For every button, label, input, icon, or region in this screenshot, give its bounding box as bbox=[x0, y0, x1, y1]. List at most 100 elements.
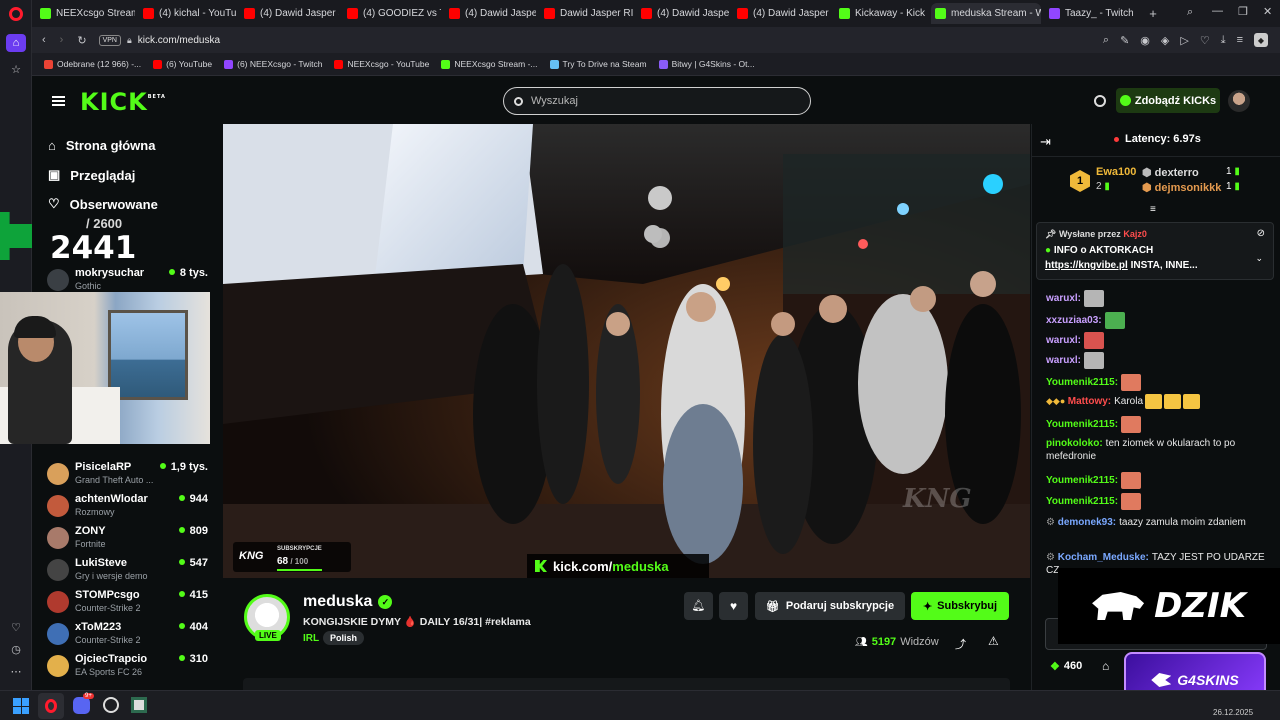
profile-icon[interactable]: ◆ bbox=[1254, 33, 1268, 47]
browser-tab[interactable]: Taazy_ - Twitch bbox=[1045, 3, 1133, 24]
followed-channel[interactable]: xToM223 Counter-Strike 2 404 bbox=[47, 619, 212, 651]
search-bar[interactable]: Wyszukaj bbox=[503, 87, 811, 115]
follow-button[interactable]: ♥ bbox=[719, 592, 748, 620]
gift-sub-button[interactable]: 🎁︎ Podaruj subskrypcje bbox=[755, 592, 905, 620]
pinned-link[interactable]: https://kngvibe.pl bbox=[1045, 260, 1128, 271]
chat-username[interactable]: Mattowy: bbox=[1068, 396, 1111, 407]
chat-username[interactable]: pinokoloko: bbox=[1046, 438, 1103, 449]
chat-username[interactable]: waruxl: bbox=[1046, 355, 1081, 366]
followed-channel[interactable]: ZONY Fortnite 809 bbox=[47, 523, 212, 555]
minimize-button[interactable]: — bbox=[1212, 5, 1223, 17]
chat-username[interactable]: Youmenik2115: bbox=[1046, 496, 1118, 507]
bookmark-item[interactable]: Try To Drive na Steam bbox=[549, 59, 647, 69]
followed-channel[interactable]: achtenWlodar Rozmowy 944 bbox=[47, 491, 212, 523]
reload-icon[interactable]: ↻ bbox=[77, 34, 86, 47]
gifter-name[interactable]: Ewa100 bbox=[1096, 166, 1136, 178]
zoom-icon[interactable]: ⌕ bbox=[1103, 33, 1109, 47]
get-kicks-button[interactable]: Zdobądź KICKs bbox=[1116, 88, 1220, 113]
activity-icon[interactable] bbox=[1094, 95, 1106, 107]
forward-icon[interactable]: › bbox=[60, 34, 64, 46]
history-icon[interactable]: ◷ bbox=[9, 642, 23, 656]
bookmark-item[interactable]: NEEXcsgo - YouTube bbox=[334, 59, 429, 69]
followed-channel[interactable]: OjciecTrapcio EA Sports FC 26 310 bbox=[47, 651, 212, 683]
steam-taskbar-icon[interactable] bbox=[103, 697, 119, 713]
stream-category[interactable]: IRL bbox=[303, 633, 319, 644]
bookmark-item[interactable]: (6) YouTube bbox=[153, 59, 212, 69]
video-player[interactable]: KNG KNG SUBSKRYPCJE 68 / 100 kick.com/me… bbox=[223, 124, 1030, 578]
expand-gifters-icon[interactable]: ≡ bbox=[1150, 204, 1156, 215]
heart-outline-icon[interactable]: ♡ bbox=[1200, 33, 1210, 47]
new-tab-button[interactable]: + bbox=[1146, 6, 1160, 21]
browser-tab[interactable]: Kickaway - Kick Giveaw bbox=[835, 3, 927, 24]
maximize-button[interactable]: ❐ bbox=[1238, 5, 1248, 18]
vpn-badge[interactable]: VPN bbox=[98, 34, 121, 46]
pinned-by-user[interactable]: Kajz0 bbox=[1123, 229, 1147, 239]
star-icon[interactable]: ☆ bbox=[9, 62, 23, 76]
bookmark-item[interactable]: (6) NEEXcsgo - Twitch bbox=[224, 59, 322, 69]
chat-username[interactable]: xxzuziaa03: bbox=[1046, 315, 1102, 326]
search-input[interactable]: Wyszukaj bbox=[531, 95, 578, 107]
play-icon[interactable]: ▷ bbox=[1180, 33, 1188, 47]
home-icon[interactable]: ⌂ bbox=[6, 34, 26, 52]
notify-button[interactable]: 🔔︎ bbox=[684, 592, 713, 620]
browser-tab[interactable]: (4) Dawid Jasper OMG bbox=[733, 3, 831, 24]
browser-tab[interactable]: NEEXcsgo Stream - W bbox=[36, 3, 135, 24]
browser-tab[interactable]: (4) Dawid Jasper SNA bbox=[240, 3, 339, 24]
hamburger-menu-icon[interactable] bbox=[52, 96, 65, 106]
bookmark-item[interactable]: Bitwy | G4Skins - Ot... bbox=[658, 59, 755, 69]
gifter-name[interactable]: ⬢ dexterro bbox=[1142, 166, 1199, 179]
opera-taskbar-icon[interactable] bbox=[38, 693, 64, 719]
chat-username[interactable]: waruxl: bbox=[1046, 335, 1081, 346]
store-icon[interactable]: ⌂ bbox=[1102, 659, 1109, 673]
chat-username[interactable]: Kocham_Meduske: bbox=[1058, 552, 1149, 563]
gifter-name[interactable]: ⬢ dejmsonikkk bbox=[1142, 181, 1221, 194]
chat-emote-icon bbox=[1084, 332, 1105, 349]
search-tabs-icon[interactable]: ⌕ bbox=[1187, 6, 1193, 19]
nav-item-following[interactable]: ♡ Obserwowane bbox=[48, 196, 158, 212]
nav-item-browse[interactable]: ▣ Przeglądaj bbox=[48, 167, 135, 183]
chat-username[interactable]: Youmenik2115: bbox=[1046, 475, 1118, 486]
collapse-chat-icon[interactable]: ⇥ bbox=[1040, 134, 1051, 150]
followed-channel[interactable]: STOMPcsgo Counter-Strike 2 415 bbox=[47, 587, 212, 619]
streamer-name[interactable]: meduska ✓ bbox=[303, 593, 393, 611]
browser-tab[interactable]: meduska Stream - W bbox=[931, 3, 1041, 24]
url-field[interactable]: kick.com/meduska bbox=[138, 35, 220, 46]
shield-icon[interactable]: ◈ bbox=[1161, 33, 1169, 47]
user-avatar[interactable] bbox=[1228, 90, 1250, 112]
hide-pin-icon[interactable]: ⊘ bbox=[1257, 228, 1265, 239]
close-button[interactable]: ✕ bbox=[1263, 5, 1272, 18]
camera-icon[interactable]: ◉ bbox=[1140, 33, 1150, 47]
followed-channel[interactable]: LukiSteve Gry i wersje demo 547 bbox=[47, 555, 212, 587]
more-icon[interactable]: ⋯ bbox=[9, 664, 23, 678]
chevron-down-icon[interactable]: ⌄ bbox=[1255, 253, 1263, 264]
nav-item-home[interactable]: ⌂ Strona główna bbox=[48, 138, 155, 153]
chat-username[interactable]: demonek93: bbox=[1058, 517, 1116, 528]
bookmark-item[interactable]: NEEXcsgo Stream -... bbox=[441, 59, 538, 69]
chat-username[interactable]: waruxl: bbox=[1046, 293, 1081, 304]
bookmark-item[interactable]: Odebrane (12 966) -... bbox=[44, 59, 141, 69]
chat-username[interactable]: Youmenik2115: bbox=[1046, 377, 1118, 388]
windows-start-icon[interactable] bbox=[13, 698, 29, 714]
browser-tab[interactable]: (4) GOODIEZ vs TIKTO bbox=[343, 3, 441, 24]
kick-logo[interactable]: KICKBETA bbox=[80, 88, 166, 116]
chat-username[interactable]: Youmenik2115: bbox=[1046, 419, 1118, 430]
language-tag[interactable]: Polish bbox=[323, 631, 365, 645]
share-icon[interactable]: ⤴ bbox=[955, 636, 966, 652]
back-icon[interactable]: ‹ bbox=[42, 34, 46, 46]
browser-tab[interactable]: (4) kichal - YouTube bbox=[139, 3, 236, 24]
browser-tab[interactable]: (4) Dawid Jasper POD bbox=[637, 3, 729, 24]
subscribe-button[interactable]: ✦ Subskrybuj bbox=[911, 592, 1009, 620]
opera-logo-icon[interactable] bbox=[9, 7, 23, 21]
browser-tab[interactable]: Dawid Jasper RIZZLER bbox=[540, 3, 633, 24]
discord-taskbar-icon[interactable] bbox=[73, 697, 90, 714]
pinned-message[interactable]: 📌︎ Wysłane przez Kajz0 ⊘ ● INFO o AKTORK… bbox=[1036, 222, 1274, 280]
heart-icon[interactable]: ♡ bbox=[9, 620, 23, 634]
channel-points[interactable]: ❖ 460 bbox=[1050, 660, 1082, 673]
edit-icon[interactable]: ✎ bbox=[1120, 33, 1129, 47]
browser-tab[interactable]: (4) Dawid Jasper CO LUB bbox=[445, 3, 536, 24]
menu-icon[interactable]: ≡ bbox=[1237, 33, 1243, 47]
report-icon[interactable]: ⚠ bbox=[988, 634, 999, 648]
followed-channel[interactable]: PisicelaRP Grand Theft Auto ... 1,9 tys. bbox=[47, 459, 212, 491]
app-taskbar-icon[interactable] bbox=[131, 697, 147, 713]
download-icon[interactable]: ⤓ bbox=[1221, 33, 1226, 47]
